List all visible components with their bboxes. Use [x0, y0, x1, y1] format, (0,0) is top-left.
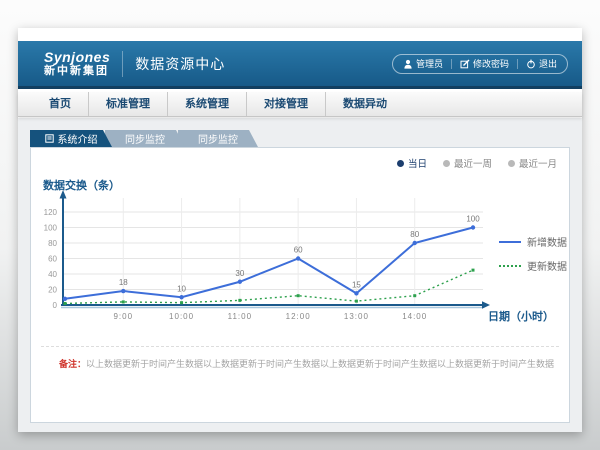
svg-text:60: 60	[48, 255, 57, 264]
time-range-selector: 当日 最近一周 最近一月	[397, 156, 557, 170]
desktop-background: Synjones 新中新集团 数据资源中心 管理员 修改密码	[0, 0, 600, 450]
x-axis-title: 日期（小时）	[488, 308, 554, 324]
footnote: 备注：以上数据更新于时间产生数据以上数据更新于时间产生数据以上数据更新于时间产生…	[59, 357, 555, 370]
tab-bar: 系统介绍 同步监控 同步监控	[30, 130, 258, 147]
footnote-text: 以上数据更新于时间产生数据以上数据更新于时间产生数据以上数据更新于时间产生数据以…	[86, 359, 555, 369]
logo-subtext: 新中新集团	[44, 65, 110, 77]
nav-item-system-mgmt[interactable]: 系统管理	[167, 92, 246, 116]
note-divider	[41, 346, 559, 347]
change-password-button[interactable]: 修改密码	[460, 57, 509, 70]
legend-label: 更新数据	[527, 258, 567, 273]
legend-label: 新增数据	[527, 234, 567, 249]
nav-item-standard-mgmt[interactable]: 标准管理	[88, 92, 167, 116]
footnote-label: 备注：	[59, 359, 86, 369]
radio-dot	[508, 160, 515, 167]
user-toolbar: 管理员 修改密码 退出	[392, 54, 568, 74]
svg-text:40: 40	[48, 270, 57, 279]
user-menu-button[interactable]: 管理员	[403, 57, 443, 70]
nav-item-interface-mgmt[interactable]: 对接管理	[246, 92, 325, 116]
svg-text:120: 120	[44, 208, 58, 217]
svg-text:14:00: 14:00	[402, 312, 427, 321]
tab-label: 同步监控	[198, 131, 238, 146]
edit-icon	[460, 59, 470, 69]
line-chart: 0 20 40 60 80 100 120 9:00 10:00 11:00 12:00 13:00 1…	[31, 188, 569, 328]
logout-label: 退出	[539, 57, 557, 70]
svg-text:100: 100	[466, 215, 480, 224]
svg-text:9:00: 9:00	[113, 312, 133, 321]
radio-last-week[interactable]: 最近一周	[443, 156, 492, 170]
header-divider	[122, 51, 123, 77]
nav-item-data-change[interactable]: 数据异动	[325, 92, 404, 116]
radio-last-month[interactable]: 最近一月	[508, 156, 557, 170]
svg-text:0: 0	[53, 301, 58, 310]
svg-text:80: 80	[410, 230, 419, 239]
app-title: 数据资源中心	[135, 54, 225, 74]
svg-text:80: 80	[48, 239, 57, 248]
user-icon	[403, 59, 413, 69]
content-area: 系统介绍 同步监控 同步监控 当日 最近一周	[18, 118, 582, 432]
nav-item-home[interactable]: 首页	[32, 92, 88, 116]
svg-text:15: 15	[352, 280, 361, 289]
radio-today[interactable]: 当日	[397, 156, 427, 170]
legend-item-new-data[interactable]: 新增数据	[499, 234, 567, 249]
tab-label: 同步监控	[125, 131, 165, 146]
logo-text: Synjones	[44, 50, 110, 65]
svg-text:60: 60	[294, 246, 303, 255]
svg-text:10:00: 10:00	[169, 312, 194, 321]
radio-dot	[443, 160, 450, 167]
main-nav: 首页 标准管理 系统管理 对接管理 数据异动	[18, 92, 582, 117]
tab-sync-monitor-2[interactable]: 同步监控	[178, 130, 258, 147]
radio-label: 最近一月	[519, 156, 557, 170]
svg-text:30: 30	[235, 269, 244, 278]
tab-label: 系统介绍	[58, 131, 98, 146]
svg-text:11:00: 11:00	[228, 312, 252, 321]
chart-panel: 当日 最近一周 最近一月 数据交换（条） 0204060801001209:00…	[30, 147, 570, 423]
pill-separator	[517, 59, 518, 69]
svg-text:18: 18	[119, 278, 128, 287]
svg-text:12:00: 12:00	[286, 312, 311, 321]
tab-sync-monitor-1[interactable]: 同步监控	[105, 130, 185, 147]
user-label: 管理员	[416, 57, 443, 70]
chart-legend: 新增数据 更新数据	[499, 234, 567, 273]
legend-item-update-data[interactable]: 更新数据	[499, 258, 567, 273]
svg-text:13:00: 13:00	[344, 312, 369, 321]
svg-text:100: 100	[44, 224, 58, 233]
svg-text:20: 20	[48, 286, 57, 295]
logout-button[interactable]: 退出	[526, 57, 557, 70]
svg-text:10: 10	[177, 284, 186, 293]
radio-dot	[397, 160, 404, 167]
radio-label: 最近一周	[454, 156, 492, 170]
app-header: Synjones 新中新集团 数据资源中心 管理员 修改密码	[18, 41, 582, 89]
change-password-label: 修改密码	[473, 57, 509, 70]
document-icon	[45, 134, 54, 143]
company-logo: Synjones 新中新集团	[44, 50, 110, 77]
radio-label: 当日	[408, 156, 427, 170]
app-window: Synjones 新中新集团 数据资源中心 管理员 修改密码	[18, 28, 582, 432]
pill-separator	[451, 59, 452, 69]
tab-system-intro[interactable]: 系统介绍	[30, 130, 112, 147]
dotted-line-icon	[499, 265, 521, 267]
power-icon	[526, 59, 536, 69]
solid-line-icon	[499, 241, 521, 243]
